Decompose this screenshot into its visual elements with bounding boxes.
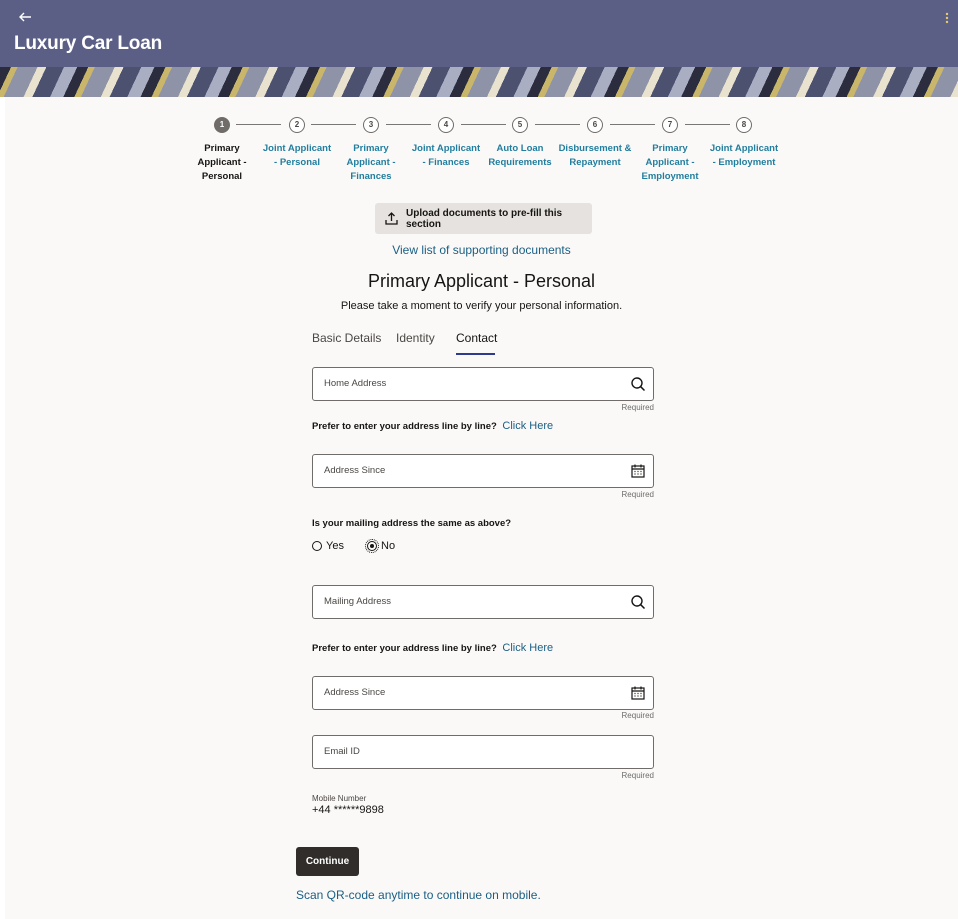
train-step-5[interactable]: 5 Auto Loan Requirements [483,117,557,170]
address-since-placeholder: Address Since [324,687,386,698]
email-required: Required [621,771,654,780]
step-label: Primary Applicant - Finances [346,143,396,182]
train-step-6[interactable]: 6 Disbursement & Repayment [558,117,632,170]
search-icon[interactable] [630,376,646,392]
upload-icon [385,212,398,225]
step-label: Joint Applicant - Employment [709,143,779,168]
search-icon[interactable] [630,594,646,610]
tab-identity[interactable]: Identity [396,331,435,345]
mailing-same-question: Is your mailing address the same as abov… [312,518,512,529]
step-number: 3 [363,117,379,133]
scan-qr-link[interactable]: Scan QR-code anytime to continue on mobi… [296,888,541,902]
address-since-required: Required [621,490,654,499]
train-step-4[interactable]: 4 Joint Applicant - Finances [409,117,483,170]
address-since-field[interactable]: Address Since [312,454,654,488]
step-number: 6 [587,117,603,133]
continue-button[interactable]: Continue [296,847,359,876]
section-subtitle: Please take a moment to verify your pers… [340,300,623,312]
mailing-address-since-field[interactable]: Address Since [312,676,654,710]
radio-no-circle[interactable] [365,539,379,553]
step-label: Primary Applicant - Employment [641,143,699,182]
click-here-link-2[interactable]: Click Here [502,642,553,654]
radio-yes[interactable]: Yes [312,540,344,552]
step-label: Joint Applicant - Personal [262,143,332,168]
address-since-placeholder: Address Since [324,465,386,476]
step-label: Primary Applicant - Personal [197,143,247,182]
train-step-1[interactable]: 1 Primary Applicant - Personal [185,117,259,184]
step-number: 8 [736,117,752,133]
header-decorative-band [0,67,958,97]
section-title: Primary Applicant - Personal [367,271,596,291]
address-line-prompt-text: Prefer to enter your address line by lin… [312,643,497,654]
main-content: 1 Primary Applicant - Personal 2 Joint A… [5,97,958,919]
radio-yes-circle[interactable] [312,541,322,551]
home-address-required: Required [621,403,654,412]
step-label: Joint Applicant - Finances [411,143,481,168]
step-number: 1 [214,117,230,133]
view-documents-link[interactable]: View list of supporting documents [392,243,571,257]
step-number: 2 [289,117,305,133]
radio-no-label: No [381,540,396,552]
page-title: Luxury Car Loan [14,33,162,54]
address-line-prompt: Prefer to enter your address line by lin… [312,420,553,432]
home-address-placeholder: Home Address [324,378,387,389]
arrow-left-icon[interactable] [18,10,34,30]
mobile-number-value: +44 ******9898 [312,804,384,816]
step-label: Auto Loan Requirements [488,143,552,168]
address-line-prompt-2: Prefer to enter your address line by lin… [312,642,553,654]
kebab-menu-icon[interactable] [942,10,952,28]
step-label: Disbursement & Repayment [558,143,632,168]
email-placeholder: Email ID [324,746,360,757]
address-line-prompt-text: Prefer to enter your address line by lin… [312,421,497,432]
view-documents-row: View list of supporting documents [5,243,958,257]
train-step-3[interactable]: 3 Primary Applicant - Finances [334,117,408,184]
tab-contact[interactable]: Contact [456,331,497,345]
mobile-number-label: Mobile Number [312,794,367,803]
step-number: 7 [662,117,678,133]
email-field[interactable]: Email ID [312,735,654,769]
step-number: 4 [438,117,454,133]
calendar-icon[interactable] [630,463,646,479]
calendar-icon[interactable] [630,685,646,701]
tab-basic-details[interactable]: Basic Details [312,331,381,345]
upload-button-label: Upload documents to pre-fill this sectio… [406,207,563,230]
mailing-address-placeholder: Mailing Address [324,596,392,607]
radio-yes-label: Yes [326,540,344,552]
upload-documents-button[interactable]: Upload documents to pre-fill this sectio… [375,203,592,234]
step-number: 5 [512,117,528,133]
radio-no[interactable]: No [365,539,396,553]
train-step-8[interactable]: 8 Joint Applicant - Employment [707,117,781,170]
train-step-2[interactable]: 2 Joint Applicant - Personal [260,117,334,170]
mailing-address-since-required: Required [621,711,654,720]
app-header: Luxury Car Loan [0,0,958,97]
progress-train: 1 Primary Applicant - Personal 2 Joint A… [5,117,958,197]
mailing-address-field[interactable]: Mailing Address [312,585,654,619]
active-tab-indicator [456,353,495,355]
home-address-field[interactable]: Home Address [312,367,654,401]
train-step-7[interactable]: 7 Primary Applicant - Employment [633,117,707,184]
click-here-link[interactable]: Click Here [502,420,553,432]
